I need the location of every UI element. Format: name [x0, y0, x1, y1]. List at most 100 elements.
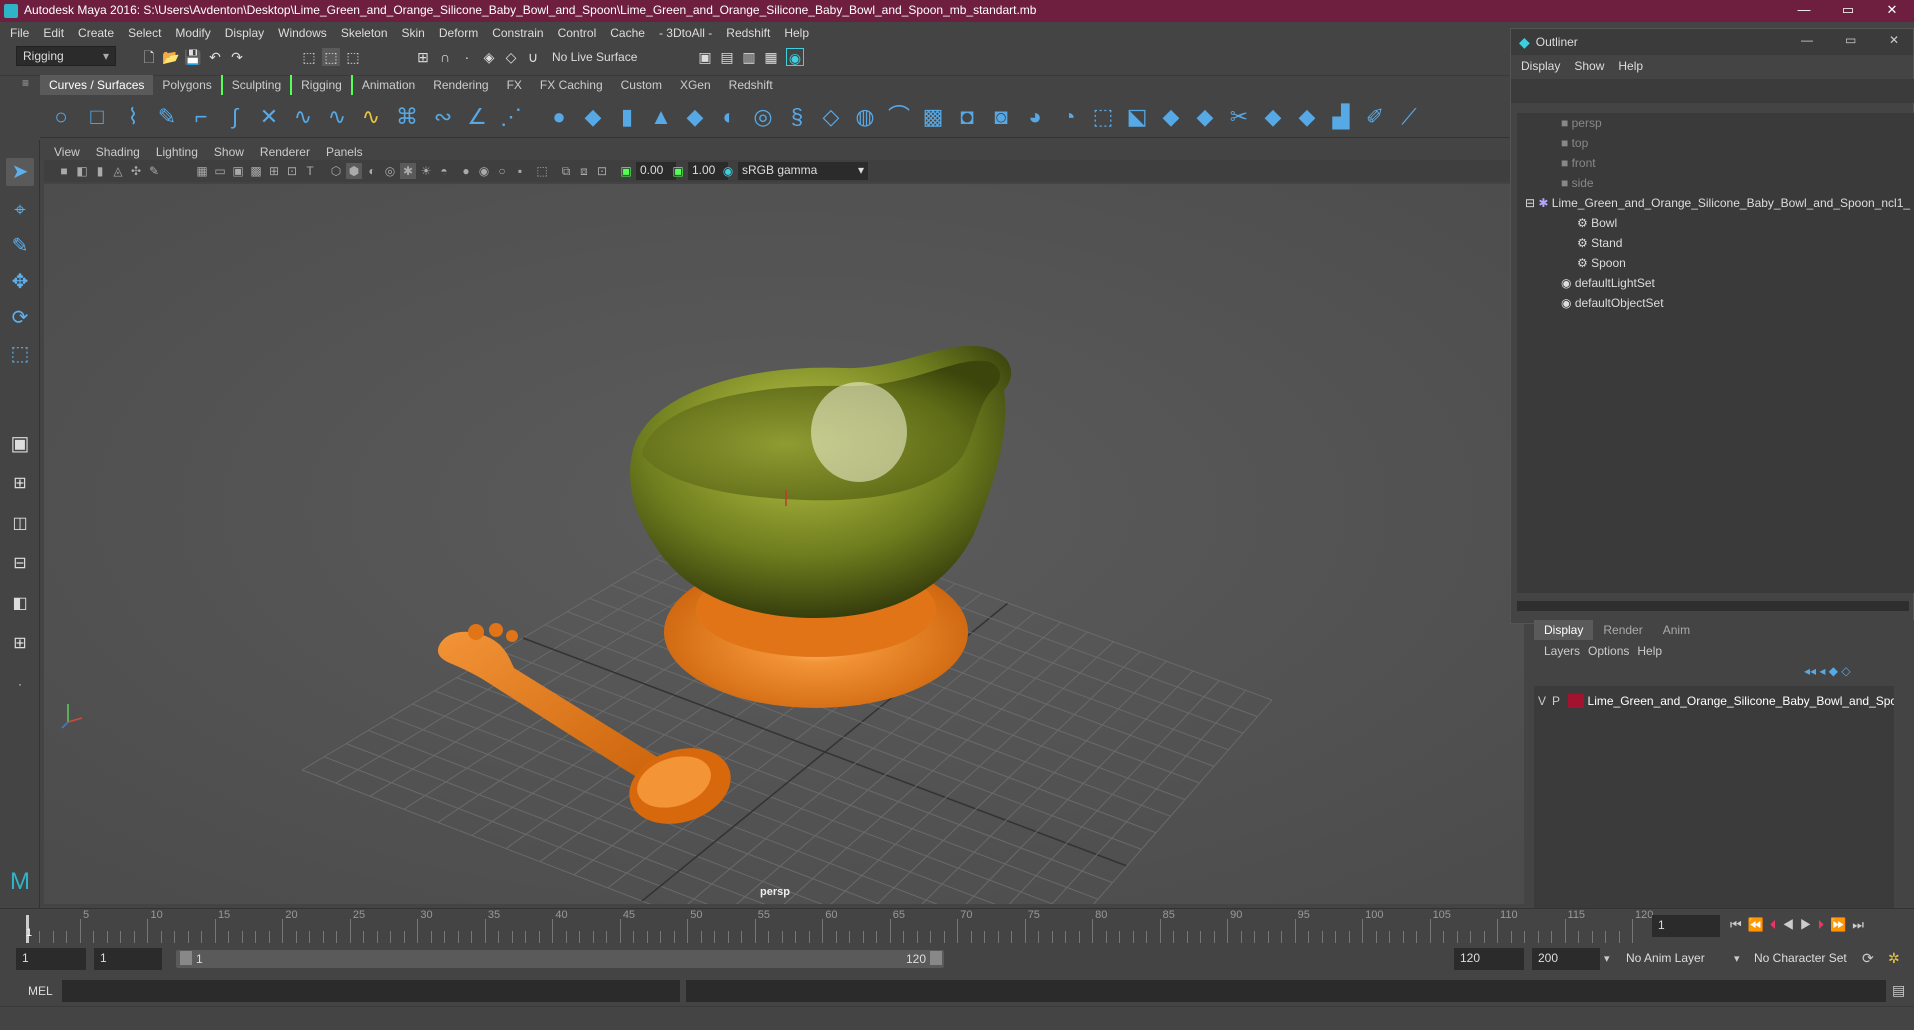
playback-end-field[interactable]: 120: [1454, 948, 1524, 970]
attach-surfaces-icon[interactable]: ◆: [1158, 104, 1184, 130]
menu-skeleton[interactable]: Skeleton: [341, 26, 388, 40]
outliner-hscrollbar[interactable]: [1517, 601, 1909, 611]
anim-layer-dropdown[interactable]: No Anim Layer: [1620, 948, 1720, 970]
redo-icon[interactable]: ↷: [228, 48, 246, 66]
outliner-menu-help[interactable]: Help: [1618, 59, 1643, 73]
outliner-item-top[interactable]: ■ top: [1561, 133, 1588, 153]
menu-edit[interactable]: Edit: [43, 26, 64, 40]
layer-color-swatch[interactable]: [1568, 694, 1584, 708]
menu-create[interactable]: Create: [78, 26, 114, 40]
sculpt-icon[interactable]: ✐: [1362, 104, 1388, 130]
menu-modify[interactable]: Modify: [175, 26, 210, 40]
open-close-icon[interactable]: ✂: [1226, 104, 1252, 130]
menu-windows[interactable]: Windows: [278, 26, 327, 40]
rebuild-curve-icon[interactable]: ∾: [430, 104, 456, 130]
tab-fx-caching[interactable]: FX Caching: [531, 75, 612, 95]
move-layer-up-icon[interactable]: ◂◂: [1804, 664, 1816, 678]
menu-3dtoall[interactable]: - 3DtoAll -: [659, 26, 712, 40]
move-layer-down-icon[interactable]: ◂: [1819, 664, 1825, 678]
color-space-dropdown[interactable]: sRGB gamma ▾: [738, 162, 868, 180]
extend-curve-icon[interactable]: ∿: [358, 104, 384, 130]
ipr-render-icon[interactable]: ▥: [740, 48, 758, 66]
bezier-icon[interactable]: ⋰: [498, 104, 524, 130]
range-handle-right[interactable]: [930, 951, 942, 965]
menu-redshift[interactable]: Redshift: [726, 26, 770, 40]
menu-constrain[interactable]: Constrain: [492, 26, 543, 40]
maya-home-icon[interactable]: M: [6, 868, 34, 896]
ambient-occlusion-icon[interactable]: ◓: [436, 163, 452, 179]
grease-pencil-icon[interactable]: ✎: [146, 163, 162, 179]
select-object-icon[interactable]: ⬚: [322, 48, 340, 66]
camera-select-icon[interactable]: ■: [56, 163, 72, 179]
minimize-button[interactable]: —: [1782, 0, 1826, 22]
select-tool-icon[interactable]: ➤: [6, 158, 34, 186]
add-points-icon[interactable]: ∠: [464, 104, 490, 130]
detach-surfaces-icon[interactable]: ◆: [1192, 104, 1218, 130]
outliner-item-stand[interactable]: ⚙ Stand: [1577, 233, 1622, 253]
detach-curves-icon[interactable]: ∿: [290, 104, 316, 130]
tab-rendering[interactable]: Rendering: [424, 75, 497, 95]
panel-menu-view[interactable]: View: [54, 145, 80, 159]
step-back-key-icon[interactable]: ⏴: [1770, 917, 1783, 932]
shelf-menu-icon[interactable]: ≡: [22, 76, 36, 90]
gate-mask-icon[interactable]: ▩: [248, 163, 264, 179]
loft-icon[interactable]: §: [784, 104, 810, 130]
outliner-item-bowl[interactable]: ⚙ Bowl: [1577, 213, 1617, 233]
layer-tab-display[interactable]: Display: [1534, 620, 1594, 640]
panel-menu-shading[interactable]: Shading: [96, 145, 140, 159]
pencil-curve-icon[interactable]: ✎: [154, 104, 180, 130]
wireframe-on-shaded-icon[interactable]: ◐: [364, 163, 380, 179]
outliner-item-defaultobjectset[interactable]: ◉ defaultObjectSet: [1561, 293, 1664, 313]
more-layouts-icon[interactable]: ·: [6, 670, 34, 698]
stitch-icon[interactable]: ▟: [1328, 104, 1354, 130]
xray-icon[interactable]: ●: [458, 163, 474, 179]
script-editor-icon[interactable]: ▤: [1892, 982, 1905, 999]
menu-display[interactable]: Display: [225, 26, 264, 40]
shadows-icon[interactable]: ☀: [418, 163, 434, 179]
snap-grid-icon[interactable]: ⊞: [414, 48, 432, 66]
new-scene-icon[interactable]: 🗋: [140, 48, 158, 66]
trim-icon[interactable]: ⬚: [1090, 104, 1116, 130]
layer-menu-help[interactable]: Help: [1637, 644, 1662, 658]
outliner-item-front[interactable]: ■ front: [1561, 153, 1596, 173]
undo-icon[interactable]: ↶: [206, 48, 224, 66]
character-set-dropdown[interactable]: No Character Set: [1748, 948, 1856, 970]
nurbs-plane-icon[interactable]: ◆: [682, 104, 708, 130]
field-chart-icon[interactable]: ⊞: [266, 163, 282, 179]
outliner-item-side[interactable]: ■ side: [1561, 173, 1594, 193]
outliner-search-bar[interactable]: [1511, 79, 1914, 103]
panel-menu-lighting[interactable]: Lighting: [156, 145, 198, 159]
maximize-button[interactable]: ▭: [1826, 0, 1870, 22]
frame-view-icon[interactable]: ⊡: [594, 163, 610, 179]
wireframe-icon[interactable]: ⬡: [328, 163, 344, 179]
time-ruler[interactable]: 5 10 15 20 25 30 35 40 45 50 55 60 65 70 75 80 85 90 95 100…: [26, 909, 1653, 943]
isolate-select-icon[interactable]: ▪: [512, 163, 528, 179]
menu-skin[interactable]: Skin: [402, 26, 425, 40]
textured-icon[interactable]: ◎: [382, 163, 398, 179]
outliner-item-group[interactable]: ⊟ ✱ Lime_Green_and_Orange_Silicone_Baby_…: [1525, 193, 1910, 213]
smooth-shade-icon[interactable]: ⬢: [346, 163, 362, 179]
go-to-start-icon[interactable]: ⏮: [1730, 917, 1748, 932]
chevron-down-icon[interactable]: ▾: [1604, 952, 1610, 965]
menu-help[interactable]: Help: [784, 26, 809, 40]
layer-visibility-toggle[interactable]: V: [1538, 694, 1546, 708]
outliner-item-defaultlightset[interactable]: ◉ defaultLightSet: [1561, 273, 1655, 293]
tab-sculpting[interactable]: Sculpting: [220, 75, 290, 95]
tab-redshift[interactable]: Redshift: [720, 75, 782, 95]
boundary-icon[interactable]: ◘: [954, 104, 980, 130]
ep-curve-icon[interactable]: ⌐: [188, 104, 214, 130]
revolve-icon[interactable]: ◎: [750, 104, 776, 130]
panel-menu-show[interactable]: Show: [214, 145, 244, 159]
time-slider[interactable]: 5 10 15 20 25 30 35 40 45 50 55 60 65 70 75 80 85 90 95 100…: [0, 908, 1914, 943]
menu-set-dropdown[interactable]: Rigging ▾: [16, 46, 116, 66]
tab-custom[interactable]: Custom: [612, 75, 671, 95]
layer-playback-toggle[interactable]: P: [1552, 694, 1560, 708]
command-input[interactable]: [62, 980, 680, 1002]
rotate-tool-icon[interactable]: ⟳: [6, 304, 34, 332]
play-back-icon[interactable]: ◀: [1782, 917, 1800, 932]
color-management-icon[interactable]: ◉: [720, 163, 736, 179]
layer-menu-options[interactable]: Options: [1588, 644, 1629, 658]
open-scene-icon[interactable]: 📂: [162, 48, 180, 66]
new-layer-selected-icon[interactable]: ◇: [1841, 664, 1850, 678]
extrude-icon[interactable]: ◍: [852, 104, 878, 130]
